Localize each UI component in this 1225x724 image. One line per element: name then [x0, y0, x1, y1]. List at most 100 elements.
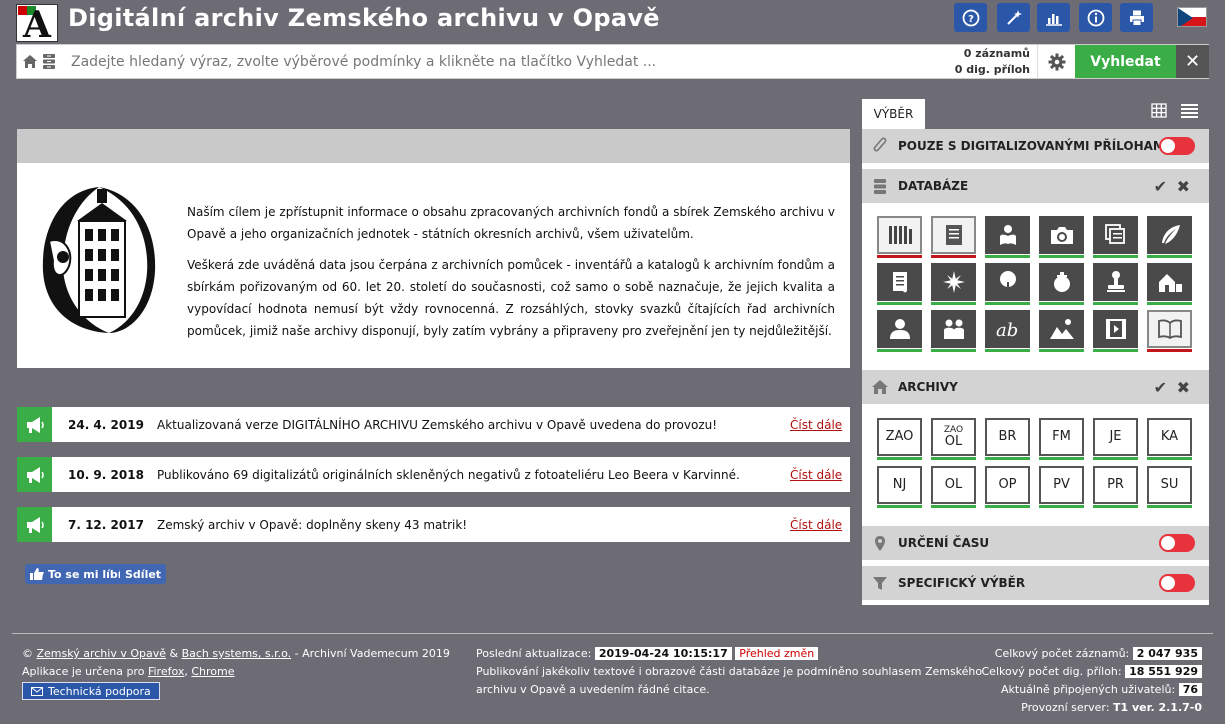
firefox-link[interactable]: Firefox	[148, 665, 184, 678]
last-update-label: Poslední aktualizace:	[476, 647, 592, 660]
archive-tile[interactable]: ZAO	[877, 418, 922, 460]
selection-indicator	[985, 255, 1030, 258]
megaphone-icon	[17, 407, 52, 442]
database-tile-tree[interactable]	[985, 263, 1030, 305]
tech-support-button[interactable]: Technická podpora	[22, 682, 160, 700]
map-pin-icon	[862, 535, 898, 552]
grid-view-icon[interactable]	[1151, 103, 1167, 118]
selection-indicator	[985, 457, 1030, 460]
selection-indicator	[1147, 302, 1192, 305]
archive-tile-label: NJ	[892, 477, 907, 492]
total-attachments-label: Celkový počet dig. příloh:	[981, 665, 1122, 678]
read-more-link[interactable]: Číst dále	[790, 468, 850, 482]
list-view-icon[interactable]	[1181, 103, 1198, 118]
archive-tile-label: PV	[1053, 477, 1070, 492]
news-date: 7. 12. 2017	[68, 517, 144, 532]
archive-tile[interactable]: OP	[985, 466, 1030, 508]
database-tile-seal[interactable]	[1039, 263, 1084, 305]
database-tile-stamp[interactable]	[1093, 263, 1138, 305]
archives-section: ARCHIVY ✔ ✖	[862, 370, 1209, 404]
database-tile-handwriting[interactable]: ab	[985, 310, 1030, 352]
gear-icon	[1048, 53, 1065, 70]
apps-prefix: Aplikace je určena pro	[22, 665, 145, 678]
changes-link[interactable]: Přehled změn	[735, 647, 819, 660]
selection-indicator	[1093, 457, 1138, 460]
read-more-link[interactable]: Číst dále	[790, 518, 850, 532]
selection-indicator	[985, 302, 1030, 305]
database-tile-copies[interactable]	[1093, 216, 1138, 258]
org-link[interactable]: Zemský archiv v Opavě	[37, 647, 167, 660]
database-tile-quill[interactable]	[1147, 216, 1192, 258]
facebook-share-button[interactable]: Sdílet	[120, 564, 167, 584]
archive-tile[interactable]: OL	[931, 466, 976, 508]
selection-indicator	[1039, 505, 1084, 508]
database-tile-reader[interactable]	[985, 216, 1030, 258]
archive-tile[interactable]: NJ	[877, 466, 922, 508]
intro-text: Naším cílem je zpřístupnit informace o o…	[187, 201, 835, 351]
users-value: 76	[1178, 683, 1202, 696]
database-tile-scroll[interactable]	[877, 263, 922, 305]
copyright-sign: ©	[22, 647, 33, 660]
camera-icon	[1049, 224, 1075, 246]
database-tile-compass-star[interactable]	[931, 263, 976, 305]
database-tile-people[interactable]	[931, 310, 976, 352]
archive-tile[interactable]: KA	[1147, 418, 1192, 460]
database-icon[interactable]	[42, 53, 56, 70]
info-button[interactable]	[1079, 3, 1112, 32]
database-tile-archive-shelf[interactable]	[877, 216, 922, 258]
wizard-button[interactable]	[997, 3, 1030, 32]
app-logo[interactable]: A	[16, 4, 58, 43]
digital-only-section: POUZE S DIGITALIZOVANÝMI PŘÍLOHAMI	[862, 129, 1209, 163]
database-tile-farm[interactable]	[1147, 263, 1192, 305]
news-date: 24. 4. 2019	[68, 417, 144, 432]
time-toggle[interactable]	[1159, 534, 1195, 552]
help-button[interactable]: ?	[954, 3, 987, 32]
search-input[interactable]	[71, 47, 941, 76]
deselect-all-x-icon[interactable]: ✖	[1177, 177, 1190, 196]
print-button[interactable]	[1120, 3, 1153, 32]
facebook-like-button[interactable]: To se mi líbí	[25, 564, 127, 584]
intro-paragraph: Naším cílem je zpřístupnit informace o o…	[187, 205, 835, 241]
archive-tile-label: PR	[1107, 477, 1124, 492]
czech-flag-icon[interactable]	[1177, 7, 1207, 27]
tab-selection[interactable]: VÝBĚR	[862, 99, 925, 129]
archive-tile[interactable]: SU	[1147, 466, 1192, 508]
statistics-button[interactable]	[1037, 3, 1070, 32]
select-all-check-icon[interactable]: ✔	[1154, 177, 1167, 196]
search-button[interactable]: Vyhledat	[1075, 45, 1176, 78]
read-more-link[interactable]: Číst dále	[790, 418, 850, 432]
archive-tile[interactable]: FM	[1039, 418, 1084, 460]
database-tile-camera[interactable]	[1039, 216, 1084, 258]
archive-tile[interactable]: BR	[985, 418, 1030, 460]
news-text: Publikováno 69 digitalizátů originálních…	[157, 467, 740, 482]
selection-indicator	[877, 302, 922, 305]
selection-indicator	[931, 349, 976, 352]
specific-section: SPECIFICKÝ VÝBĚR	[862, 566, 1209, 600]
footer-total-records: Celkový počet záznamů: 2 047 935	[995, 647, 1202, 660]
database-tile-film[interactable]	[1093, 310, 1138, 352]
archive-tile[interactable]: ZAO OL	[931, 418, 976, 460]
home-icon[interactable]	[22, 54, 38, 69]
archive-tile[interactable]: PV	[1039, 466, 1084, 508]
database-tile-book[interactable]	[1147, 310, 1192, 352]
selection-indicator	[1039, 255, 1084, 258]
chrome-link[interactable]: Chrome	[191, 665, 234, 678]
archive-tile[interactable]: JE	[1093, 418, 1138, 460]
select-all-check-icon[interactable]: ✔	[1154, 378, 1167, 397]
vendor-link[interactable]: Bach systems, s.r.o.	[182, 647, 292, 660]
filter-panel: POUZE S DIGITALIZOVANÝMI PŘÍLOHAMI DATAB…	[862, 129, 1209, 605]
selection-indicator	[1147, 505, 1192, 508]
intro-paragraph: Veškerá zde uváděná data jsou čerpána z …	[187, 258, 835, 338]
deselect-all-x-icon[interactable]: ✖	[1177, 378, 1190, 397]
digital-only-toggle[interactable]	[1159, 137, 1195, 155]
database-tile-person[interactable]	[877, 310, 922, 352]
archive-tile[interactable]: PR	[1093, 466, 1138, 508]
specific-toggle[interactable]	[1159, 574, 1195, 592]
settings-button[interactable]	[1037, 45, 1075, 78]
database-tile-landscape[interactable]	[1039, 310, 1084, 352]
database-tile-document[interactable]	[931, 216, 976, 258]
search-bar: 0 záznamů 0 dig. příloh Vyhledat ✕	[16, 44, 1209, 79]
news-text: Zemský archiv v Opavě: doplněny skeny 43…	[157, 517, 468, 532]
clear-button[interactable]: ✕	[1176, 45, 1209, 78]
book-icon	[1157, 318, 1183, 340]
